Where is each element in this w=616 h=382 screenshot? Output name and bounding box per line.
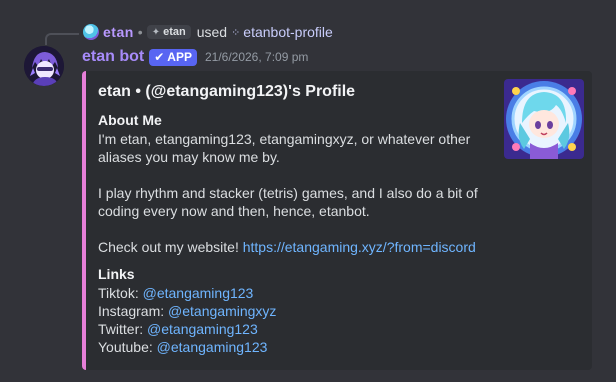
- website-line: Check out my website! https://etangaming…: [98, 239, 476, 255]
- interaction-user-name[interactable]: etan: [103, 24, 134, 40]
- profile-embed: etan • (@etangaming123)'s Profile About …: [82, 71, 592, 370]
- link-label: Instagram:: [98, 303, 169, 319]
- verified-check-icon: ✔: [154, 50, 165, 64]
- interaction-separator: •: [137, 24, 143, 40]
- chat-message: etan • ✦ etan used ⁘ etanbot-profile eta…: [0, 0, 616, 382]
- link-label: Tiktok:: [98, 285, 143, 301]
- message-header: etan bot ✔ APP 21/6/2026, 7:09 pm: [82, 46, 308, 68]
- avatar[interactable]: [24, 46, 64, 86]
- interaction-user-avatar[interactable]: [83, 24, 99, 40]
- interaction-header: etan • ✦ etan used ⁘ etanbot-profile: [83, 22, 333, 42]
- links-heading: Links: [98, 266, 135, 282]
- reply-spine: [45, 33, 79, 45]
- link-row-youtube: Youtube: @etangaming123: [98, 339, 267, 355]
- used-label: used: [196, 24, 228, 40]
- about-me-line: coding every now and then, hence, etanbo…: [98, 203, 370, 219]
- slash-command-icon: ⁘: [231, 26, 241, 39]
- message-timestamp[interactable]: 21/6/2026, 7:09 pm: [205, 50, 308, 64]
- app-badge-label: APP: [167, 50, 192, 64]
- youtube-link[interactable]: @etangaming123: [157, 339, 268, 355]
- link-row-twitter: Twitter: @etangaming123: [98, 321, 258, 337]
- twitter-link[interactable]: @etangaming123: [147, 321, 258, 337]
- link-row-tiktok: Tiktok: @etangaming123: [98, 285, 253, 301]
- server-tag-label: etan: [163, 26, 186, 38]
- embed-thumbnail[interactable]: [504, 79, 584, 159]
- slash-command-name: etanbot-profile: [243, 24, 333, 40]
- instagram-link[interactable]: @etangamingxyz: [168, 303, 276, 319]
- about-me-line: I play rhythm and stacker (tetris) games…: [98, 185, 478, 201]
- bot-username[interactable]: etan bot: [82, 48, 144, 66]
- avatar-image: [24, 46, 64, 86]
- about-me-line: I'm etan, etangaming123, etangamingxyz, …: [98, 131, 471, 147]
- app-badge: ✔ APP: [149, 48, 197, 66]
- about-me-line: aliases you may know me by.: [98, 149, 280, 165]
- link-label: Twitter:: [98, 321, 148, 337]
- link-row-instagram: Instagram: @etangamingxyz: [98, 303, 276, 319]
- server-tag[interactable]: ✦ etan: [146, 25, 191, 39]
- tiktok-link[interactable]: @etangaming123: [143, 285, 254, 301]
- thumbnail-image: [504, 79, 584, 159]
- slash-command-link[interactable]: ⁘ etanbot-profile: [231, 24, 333, 40]
- embed-title: etan • (@etangaming123)'s Profile: [98, 83, 356, 100]
- website-prefix: Check out my website!: [98, 239, 243, 255]
- website-link[interactable]: https://etangaming.xyz/?from=discord: [243, 239, 476, 255]
- about-me-heading: About Me: [98, 112, 162, 128]
- server-tag-icon: ✦: [151, 26, 161, 38]
- link-label: Youtube:: [98, 339, 157, 355]
